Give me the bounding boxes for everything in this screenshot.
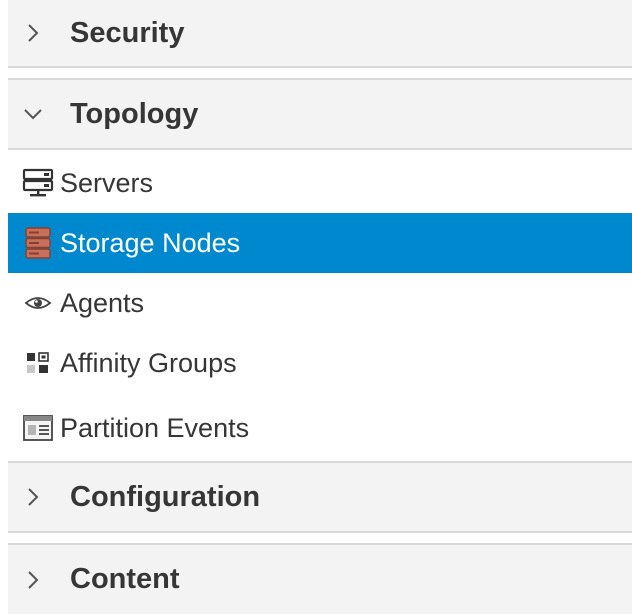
section-label: Topology (70, 97, 199, 130)
section-label: Configuration (70, 480, 261, 513)
nav-item-label: Partition Events (60, 412, 250, 443)
section-content[interactable]: Content (8, 543, 632, 614)
section-topology[interactable]: Topology (8, 78, 632, 150)
nav-item-label: Storage Nodes (60, 227, 241, 258)
server-icon (20, 165, 56, 201)
storage-node-icon (20, 225, 56, 261)
nav-item-label: Agents (60, 287, 145, 318)
chevron-right-icon (22, 569, 44, 591)
navigation-sidebar: Security Topology Servers Storage Nodes … (0, 0, 632, 614)
chevron-down-icon (22, 103, 44, 125)
section-security[interactable]: Security (8, 0, 632, 68)
nav-item-affinity-groups[interactable]: Affinity Groups (8, 334, 632, 392)
eye-icon (20, 285, 56, 321)
chevron-right-icon (22, 22, 44, 44)
event-log-icon (20, 410, 56, 446)
nav-item-partition-events[interactable]: Partition Events (8, 399, 632, 457)
nav-item-label: Affinity Groups (60, 347, 237, 378)
section-label: Content (70, 563, 180, 595)
section-label: Security (70, 16, 185, 49)
section-configuration[interactable]: Configuration (8, 461, 632, 533)
nav-item-agents[interactable]: Agents (8, 274, 632, 332)
nav-item-storage-nodes[interactable]: Storage Nodes (8, 213, 632, 273)
nav-item-label: Servers (60, 167, 154, 198)
affinity-group-icon (20, 345, 56, 381)
nav-item-servers[interactable]: Servers (8, 154, 632, 212)
chevron-right-icon (22, 486, 44, 508)
